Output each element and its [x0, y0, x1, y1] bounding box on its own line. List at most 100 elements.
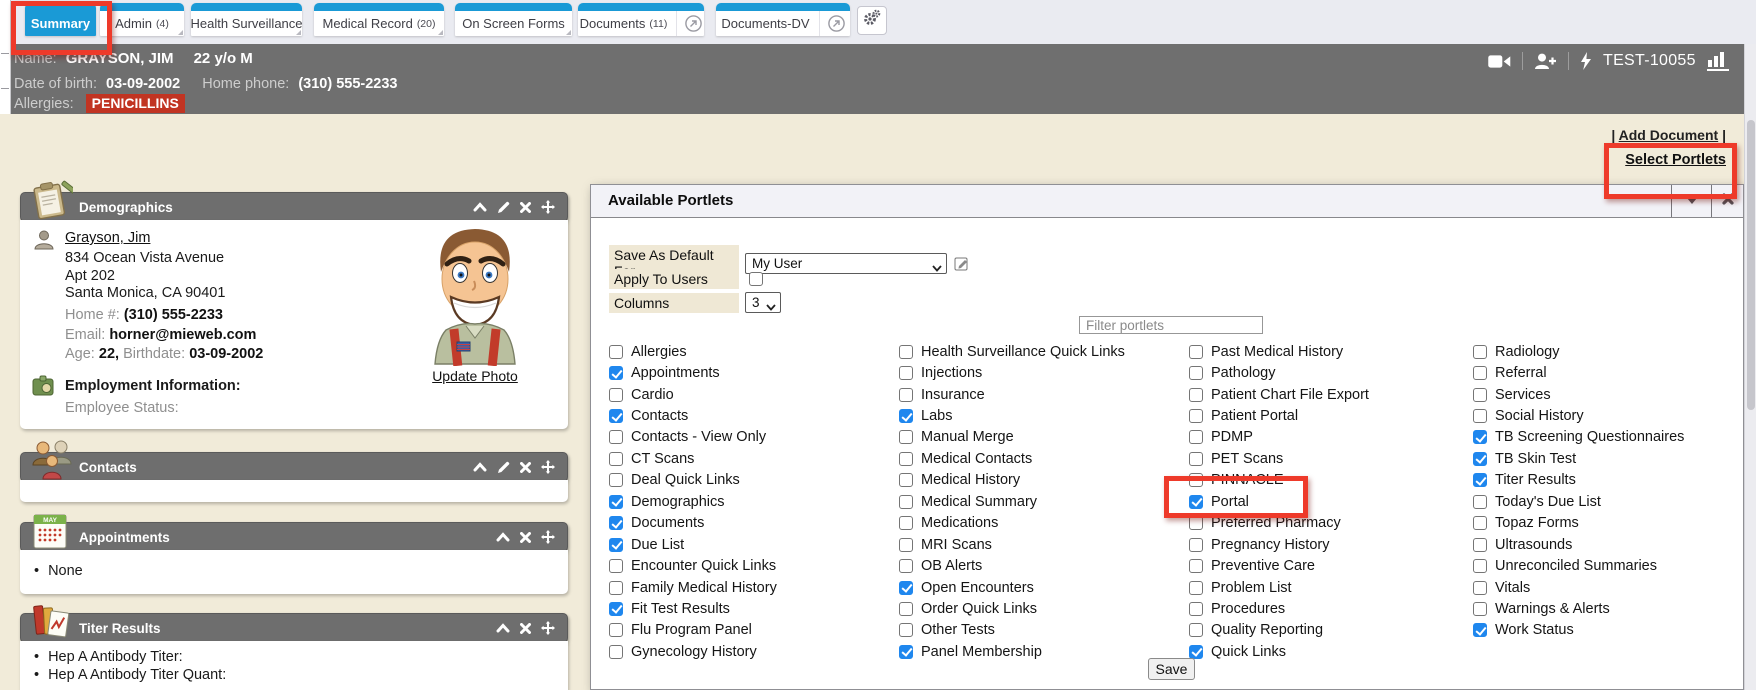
- checkbox-label[interactable]: CT Scans: [631, 451, 694, 467]
- portlet-checkbox-row[interactable]: Family Medical History: [609, 577, 777, 598]
- checkbox-label[interactable]: Quality Reporting: [1211, 622, 1323, 638]
- bar-chart-icon[interactable]: [1707, 52, 1729, 71]
- checkbox[interactable]: [1189, 366, 1203, 380]
- tab-documents[interactable]: Documents (11): [578, 3, 704, 36]
- checkbox[interactable]: [899, 559, 913, 573]
- checkbox-label[interactable]: Warnings & Alerts: [1495, 601, 1610, 617]
- checkbox-label[interactable]: Procedures: [1211, 601, 1285, 617]
- checkbox[interactable]: [1473, 538, 1487, 552]
- checkbox-label[interactable]: Appointments: [631, 365, 720, 381]
- portlet-checkbox-row[interactable]: Work Status: [1473, 620, 1684, 641]
- checkbox[interactable]: [609, 409, 623, 423]
- checkbox[interactable]: [1473, 409, 1487, 423]
- external-link-icon[interactable]: [819, 11, 845, 36]
- portlet-checkbox-row[interactable]: Ultrasounds: [1473, 534, 1684, 555]
- checkbox[interactable]: [609, 623, 623, 637]
- checkbox[interactable]: [609, 516, 623, 530]
- checkbox-label[interactable]: Quick Links: [1211, 644, 1286, 660]
- portlet-checkbox-row[interactable]: Contacts: [609, 405, 777, 426]
- checkbox[interactable]: [609, 473, 623, 487]
- portlet-checkbox-row[interactable]: Preventive Care: [1189, 555, 1369, 576]
- checkbox-label[interactable]: Panel Membership: [921, 644, 1042, 660]
- chevron-up-icon[interactable]: [473, 202, 487, 212]
- apply-to-users-checkbox[interactable]: [749, 272, 763, 286]
- checkbox-label[interactable]: Services: [1495, 387, 1551, 403]
- portlet-checkbox-row[interactable]: TB Screening Questionnaires: [1473, 427, 1684, 448]
- portlet-checkbox-row[interactable]: Past Medical History: [1189, 341, 1369, 362]
- tab-documents-dv[interactable]: Documents-DV: [716, 3, 850, 36]
- checkbox[interactable]: [609, 495, 623, 509]
- checkbox[interactable]: [899, 623, 913, 637]
- checkbox[interactable]: [609, 345, 623, 359]
- checkbox[interactable]: [1189, 516, 1203, 530]
- external-link-icon[interactable]: [676, 11, 702, 36]
- portlet-checkbox-row[interactable]: Medical History: [899, 470, 1125, 491]
- allergy-badge[interactable]: PENICILLINS: [86, 94, 185, 113]
- checkbox[interactable]: [609, 559, 623, 573]
- checkbox[interactable]: [609, 645, 623, 659]
- portlet-header[interactable]: Contacts: [20, 452, 568, 482]
- checkbox-label[interactable]: Other Tests: [921, 622, 995, 638]
- checkbox-label[interactable]: Social History: [1495, 408, 1584, 424]
- chevron-up-icon[interactable]: [496, 623, 510, 633]
- checkbox-label[interactable]: Pregnancy History: [1211, 537, 1329, 553]
- pencil-icon[interactable]: [497, 461, 510, 474]
- checkbox-label[interactable]: Health Surveillance Quick Links: [921, 344, 1125, 360]
- portlet-checkbox-row[interactable]: Appointments: [609, 362, 777, 383]
- checkbox-label[interactable]: Cardio: [631, 387, 674, 403]
- checkbox-label[interactable]: Flu Program Panel: [631, 622, 752, 638]
- portlet-checkbox-row[interactable]: Demographics: [609, 491, 777, 512]
- checkbox[interactable]: [899, 366, 913, 380]
- portlet-checkbox-row[interactable]: TB Skin Test: [1473, 448, 1684, 469]
- checkbox-label[interactable]: Order Quick Links: [921, 601, 1037, 617]
- portlet-checkbox-row[interactable]: Contacts - View Only: [609, 427, 777, 448]
- portlet-header[interactable]: Demographics: [20, 192, 568, 222]
- checkbox-label[interactable]: Deal Quick Links: [631, 472, 740, 488]
- portlet-checkbox-row[interactable]: Documents: [609, 513, 777, 534]
- portlet-header[interactable]: Titer Results: [20, 613, 568, 643]
- checkbox-label[interactable]: Problem List: [1211, 580, 1292, 596]
- checkbox[interactable]: [1473, 581, 1487, 595]
- checkbox[interactable]: [609, 388, 623, 402]
- portlet-checkbox-row[interactable]: Medical Contacts: [899, 448, 1125, 469]
- checkbox[interactable]: [1189, 538, 1203, 552]
- checkbox[interactable]: [1473, 366, 1487, 380]
- checkbox[interactable]: [1473, 516, 1487, 530]
- close-icon[interactable]: [520, 623, 531, 634]
- checkbox-label[interactable]: Contacts - View Only: [631, 429, 766, 445]
- checkbox-label[interactable]: Past Medical History: [1211, 344, 1343, 360]
- portlet-checkbox-row[interactable]: Social History: [1473, 405, 1684, 426]
- checkbox-label[interactable]: Ultrasounds: [1495, 537, 1572, 553]
- checkbox[interactable]: [899, 409, 913, 423]
- checkbox-label[interactable]: Today's Due List: [1495, 494, 1601, 510]
- portlet-checkbox-row[interactable]: Problem List: [1189, 577, 1369, 598]
- portlet-checkbox-row[interactable]: Injections: [899, 362, 1125, 383]
- portlet-checkbox-row[interactable]: Pathology: [1189, 362, 1369, 383]
- portlet-checkbox-row[interactable]: Unreconciled Summaries: [1473, 555, 1684, 576]
- portlet-checkbox-row[interactable]: Other Tests: [899, 620, 1125, 641]
- filter-portlets-input[interactable]: [1079, 316, 1263, 334]
- checkbox[interactable]: [899, 645, 913, 659]
- close-icon[interactable]: [520, 532, 531, 543]
- checkbox-label[interactable]: Titer Results: [1495, 472, 1576, 488]
- checkbox[interactable]: [1189, 602, 1203, 616]
- checkbox[interactable]: [899, 345, 913, 359]
- checkbox[interactable]: [1189, 388, 1203, 402]
- tab-medical-record[interactable]: Medical Record (20): [314, 3, 444, 36]
- portlet-checkbox-row[interactable]: Fit Test Results: [609, 598, 777, 619]
- checkbox[interactable]: [899, 495, 913, 509]
- checkbox-label[interactable]: Medical History: [921, 472, 1020, 488]
- checkbox-label[interactable]: Work Status: [1495, 622, 1574, 638]
- checkbox-label[interactable]: Patient Portal: [1211, 408, 1298, 424]
- checkbox-label[interactable]: PET Scans: [1211, 451, 1283, 467]
- checkbox[interactable]: [1189, 345, 1203, 359]
- portlet-checkbox-row[interactable]: Due List: [609, 534, 777, 555]
- checkbox-label[interactable]: Injections: [921, 365, 982, 381]
- chevron-up-icon[interactable]: [496, 532, 510, 542]
- checkbox-label[interactable]: Demographics: [631, 494, 725, 510]
- checkbox-label[interactable]: Gynecology History: [631, 644, 757, 660]
- portlet-checkbox-row[interactable]: Cardio: [609, 384, 777, 405]
- checkbox[interactable]: [609, 452, 623, 466]
- portlet-checkbox-row[interactable]: Services: [1473, 384, 1684, 405]
- checkbox[interactable]: [1189, 409, 1203, 423]
